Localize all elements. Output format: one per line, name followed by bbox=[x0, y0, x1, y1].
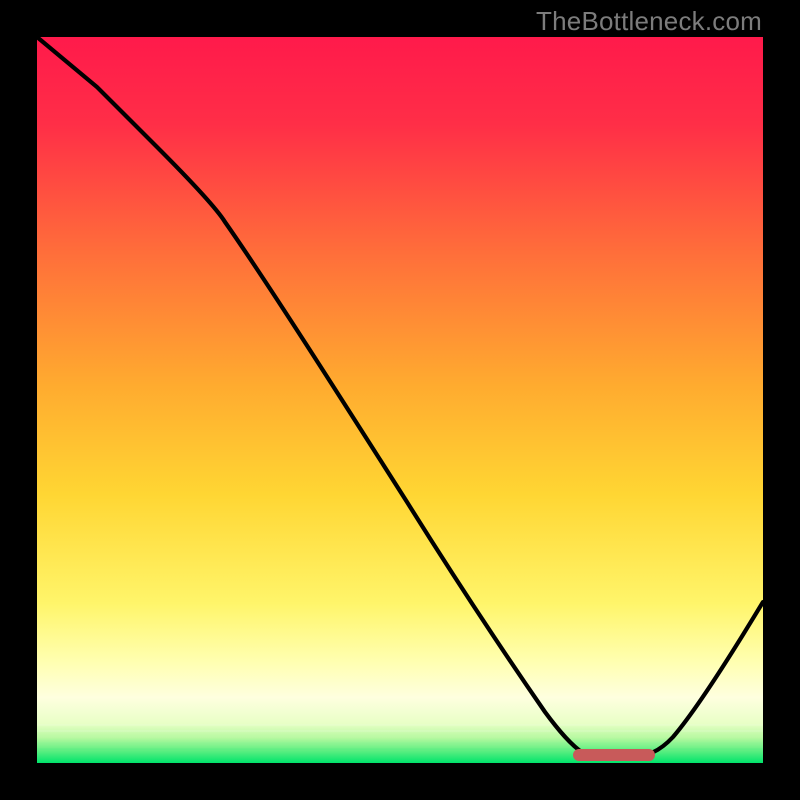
gradient-background bbox=[37, 37, 763, 763]
optimal-marker bbox=[573, 749, 655, 761]
chart-svg bbox=[37, 37, 763, 763]
chart-frame: TheBottleneck.com bbox=[0, 0, 800, 800]
watermark-text: TheBottleneck.com bbox=[536, 6, 762, 37]
plot-area bbox=[37, 37, 763, 763]
